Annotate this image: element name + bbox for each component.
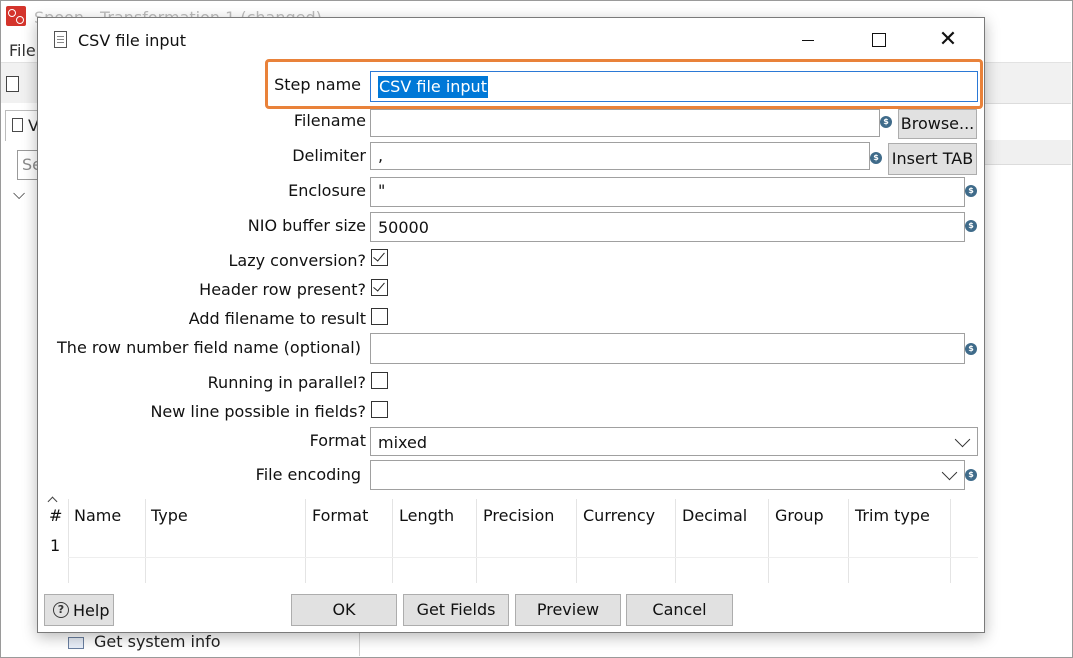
header-row-label: Header row present? xyxy=(199,280,366,299)
newline-fields-label: New line possible in fields? xyxy=(150,402,366,421)
col-header-precision[interactable]: Precision xyxy=(483,506,554,525)
new-file-icon[interactable] xyxy=(6,76,19,92)
filename-label: Filename xyxy=(293,111,366,130)
lazy-conversion-checkbox[interactable] xyxy=(371,249,388,266)
delimiter-input[interactable]: , xyxy=(370,142,870,170)
col-header-group[interactable]: Group xyxy=(775,506,824,525)
nio-buffer-label: NIO buffer size xyxy=(247,216,366,235)
ok-button[interactable]: OK xyxy=(291,594,397,626)
cancel-button[interactable]: Cancel xyxy=(626,594,733,626)
col-header-index[interactable]: # xyxy=(49,506,62,525)
csv-step-icon xyxy=(54,31,67,48)
col-header-currency[interactable]: Currency xyxy=(583,506,655,525)
row-divider xyxy=(68,557,978,558)
file-encoding-label: File encoding xyxy=(255,465,361,484)
help-button[interactable]: ? Help xyxy=(44,594,114,626)
table-row-index[interactable]: 1 xyxy=(50,536,60,555)
running-parallel-label: Running in parallel? xyxy=(207,373,366,392)
enclosure-label: Enclosure xyxy=(288,181,366,200)
dialog-title: CSV file input xyxy=(78,31,186,50)
file-encoding-select[interactable] xyxy=(370,460,965,490)
get-system-info-icon xyxy=(66,634,86,650)
tree-item-get-system-info[interactable]: Get system info xyxy=(94,632,221,651)
tree-chevron-down-icon[interactable]: ⌵ xyxy=(13,184,25,204)
menu-file[interactable]: File xyxy=(9,41,36,60)
help-icon: ? xyxy=(53,602,69,618)
running-parallel-checkbox[interactable] xyxy=(371,372,388,389)
delimiter-label: Delimiter xyxy=(292,146,366,165)
step-name-label: Step name xyxy=(274,75,361,94)
col-header-type[interactable]: Type xyxy=(151,506,188,525)
get-fields-button[interactable]: Get Fields xyxy=(403,594,509,626)
variable-icon: $ xyxy=(870,152,882,164)
add-filename-label: Add filename to result xyxy=(188,309,366,328)
canvas-toolbar xyxy=(983,140,1071,165)
lazy-conversion-label: Lazy conversion? xyxy=(228,251,367,270)
enclosure-input[interactable]: " xyxy=(370,177,965,207)
insert-tab-button[interactable]: Insert TAB xyxy=(888,143,977,175)
variable-icon: $ xyxy=(965,343,977,355)
help-button-label: Help xyxy=(73,601,110,620)
table-row[interactable] xyxy=(68,529,950,557)
header-row-checkbox[interactable] xyxy=(371,279,388,296)
variable-icon: $ xyxy=(965,469,977,481)
filename-input[interactable] xyxy=(370,109,880,137)
col-header-name[interactable]: Name xyxy=(74,506,121,525)
col-header-format[interactable]: Format xyxy=(312,506,368,525)
step-name-selected-text: CSV file input xyxy=(378,76,488,98)
variable-icon: $ xyxy=(880,116,892,128)
view-tab-icon xyxy=(12,118,23,132)
spoon-app-icon xyxy=(6,6,26,26)
row-number-label: The row number field name (optional) xyxy=(57,338,361,357)
format-select[interactable]: mixed xyxy=(370,427,978,456)
close-icon[interactable]: ✕ xyxy=(925,24,971,56)
canvas-tab-strip xyxy=(983,110,1071,141)
format-label: Format xyxy=(309,431,366,450)
variable-icon: $ xyxy=(965,220,977,232)
maximize-icon[interactable] xyxy=(855,24,901,56)
newline-fields-checkbox[interactable] xyxy=(371,401,388,418)
browse-button[interactable]: Browse... xyxy=(898,109,977,139)
row-number-input[interactable] xyxy=(370,333,965,364)
add-filename-checkbox[interactable] xyxy=(371,308,388,325)
variable-icon: $ xyxy=(965,185,977,197)
preview-button[interactable]: Preview xyxy=(515,594,621,626)
col-header-trim-type[interactable]: Trim type xyxy=(855,506,930,525)
minimize-icon[interactable] xyxy=(785,24,831,56)
col-header-length[interactable]: Length xyxy=(399,506,454,525)
col-header-decimal[interactable]: Decimal xyxy=(682,506,747,525)
column-divider xyxy=(950,499,951,583)
nio-buffer-input[interactable]: 50000 xyxy=(370,212,965,242)
